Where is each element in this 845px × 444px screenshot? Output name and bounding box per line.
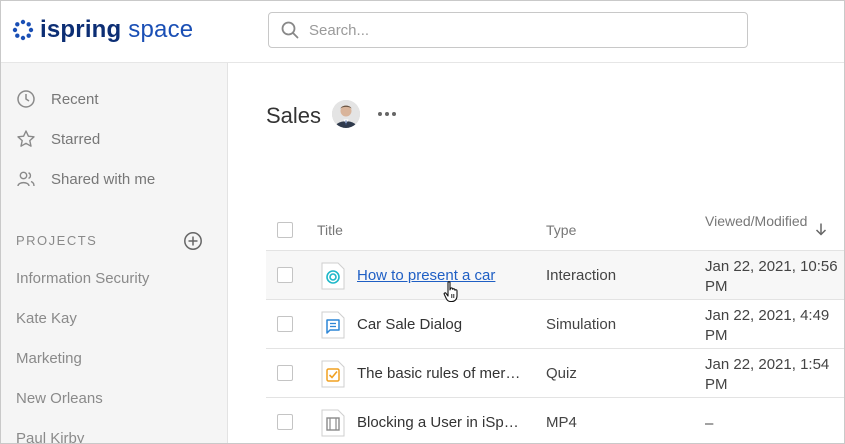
file-date: Jan 22, 2021, 4:49 PM — [705, 307, 830, 344]
file-date: Jan 22, 2021, 1:54 PM — [705, 356, 830, 393]
file-name[interactable]: Blocking a User in iSpring Learn — [357, 414, 522, 431]
sidebar-item-label: Shared with me — [51, 170, 156, 188]
top-bar: ispring space — [1, 1, 844, 63]
table-header: Title Type Viewed/Modified — [266, 206, 844, 251]
row-checkbox[interactable] — [277, 316, 293, 332]
file-type: Interaction — [546, 267, 617, 284]
page-title: Sales — [266, 103, 322, 128]
ispring-space-logo[interactable]: ispring space — [12, 16, 193, 44]
search-box[interactable] — [268, 12, 748, 48]
sidebar-item-shared[interactable]: Shared with me — [16, 167, 155, 191]
app-window: ispring space Recent Starred — [0, 0, 845, 444]
column-header-type[interactable]: Type — [546, 222, 576, 238]
project-item[interactable]: New Orleans — [16, 390, 103, 407]
logo-text: ispring space — [40, 16, 193, 44]
video-icon — [321, 409, 345, 437]
sidebar-item-starred[interactable]: Starred — [16, 127, 100, 151]
project-item[interactable]: Information Security — [16, 270, 149, 287]
row-checkbox[interactable] — [277, 365, 293, 381]
table-row[interactable]: Blocking a User in iSpring Learn MP4 – — [266, 398, 844, 443]
main-content: Sales Title Type Viewed/Modified How to … — [229, 63, 844, 443]
sidebar-item-label: Starred — [51, 130, 101, 148]
file-date: Jan 22, 2021, 10:56 PM — [705, 258, 838, 295]
star-icon — [17, 130, 35, 147]
project-item[interactable]: Paul Kirby — [16, 430, 84, 443]
column-header-viewed[interactable]: Viewed/Modified — [705, 211, 810, 231]
search-input[interactable] — [309, 21, 747, 39]
row-checkbox[interactable] — [277, 267, 293, 283]
interaction-icon — [321, 262, 345, 290]
file-name[interactable]: Car Sale Dialog — [357, 316, 522, 333]
search-icon — [281, 21, 299, 39]
file-name-link[interactable]: How to present a car — [357, 267, 522, 284]
people-icon — [17, 171, 35, 187]
content-table: Title Type Viewed/Modified How to presen… — [266, 206, 844, 443]
file-date: – — [705, 415, 714, 432]
avatar-photo — [332, 100, 360, 128]
select-all-checkbox[interactable] — [277, 222, 293, 238]
table-row[interactable]: The basic rules of merchandising Quiz Ja… — [266, 349, 844, 398]
project-item[interactable]: Kate Kay — [16, 310, 77, 327]
file-name[interactable]: The basic rules of merchandising — [357, 365, 522, 382]
sort-descending-icon[interactable] — [814, 222, 828, 236]
logo-mark-icon — [12, 19, 34, 41]
sidebar-item-label: Recent — [51, 90, 99, 108]
table-row[interactable]: How to present a car Interaction Jan 22,… — [266, 251, 844, 300]
file-type: MP4 — [546, 414, 577, 431]
column-header-title[interactable]: Title — [317, 222, 343, 238]
avatar[interactable] — [332, 100, 360, 128]
logo-word-ispring: ispring — [40, 16, 122, 43]
quiz-icon — [321, 360, 345, 388]
more-options-icon[interactable] — [376, 103, 398, 125]
add-project-icon[interactable] — [183, 231, 203, 251]
hand-pointer-cursor-icon — [443, 281, 458, 303]
simulation-icon — [321, 311, 345, 339]
file-type: Simulation — [546, 316, 617, 333]
logo-word-space: space — [128, 16, 194, 43]
clock-icon — [17, 90, 35, 108]
sidebar-item-recent[interactable]: Recent — [16, 87, 99, 111]
row-checkbox[interactable] — [277, 414, 293, 430]
table-row[interactable]: Car Sale Dialog Simulation Jan 22, 2021,… — [266, 300, 844, 349]
project-item[interactable]: Marketing — [16, 350, 82, 367]
file-type: Quiz — [546, 365, 577, 382]
projects-heading: PROJECTS — [16, 233, 98, 248]
sidebar: Recent Starred Shared with me PROJECTS I… — [1, 63, 228, 443]
